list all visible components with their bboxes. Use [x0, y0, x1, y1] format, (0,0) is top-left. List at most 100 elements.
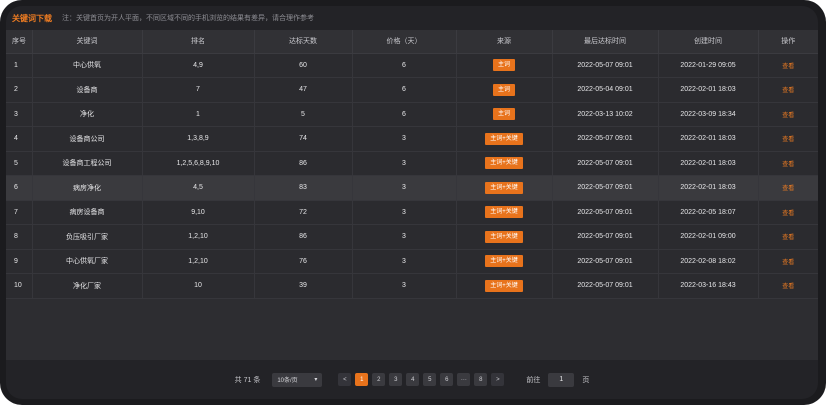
source-badge: 主词+关键	[485, 132, 523, 145]
cell-keyword: 设备商公司	[32, 126, 143, 152]
cell-index: 3	[6, 102, 33, 127]
page-button-4[interactable]: 4	[406, 373, 420, 386]
cell-rank: 4,5	[142, 175, 255, 201]
cell-price: 3	[352, 151, 457, 176]
cell-index: 10	[6, 273, 33, 299]
col-header-action: 操作	[758, 30, 818, 54]
cell-keyword: 病房净化	[32, 175, 143, 201]
cell-last-time: 2022-05-07 09:01	[552, 175, 659, 201]
view-link[interactable]: 查看	[782, 211, 794, 217]
cell-created-time: 2022-01-29 09:05	[658, 53, 759, 78]
page-button-1[interactable]: 1	[355, 373, 369, 386]
view-link[interactable]: 查看	[782, 260, 794, 266]
cell-days: 76	[254, 249, 353, 274]
view-link[interactable]: 查看	[782, 235, 794, 241]
cell-source: 主词+关键	[456, 126, 553, 152]
cell-created-time: 2022-02-08 18:02	[658, 249, 759, 274]
page-button-6[interactable]: 6	[440, 373, 454, 386]
cell-action: 查看	[758, 151, 818, 176]
source-badge: 主词+关键	[485, 181, 523, 194]
view-link[interactable]: 查看	[782, 186, 794, 192]
table-row: 9 中心供氧厂家 1,2,10 76 3 主词+关键 2022-05-07 09…	[6, 249, 818, 274]
jump-page-input[interactable]: 1	[548, 372, 575, 387]
view-link[interactable]: 查看	[782, 137, 794, 143]
cell-keyword: 中心供氧厂家	[32, 249, 143, 274]
cell-last-time: 2022-05-07 09:01	[552, 249, 659, 274]
screen: 关键词下载 注：关键首页为开人平面，不同区域不同的手机浏览的结果有差异，请合理作…	[6, 6, 818, 399]
cell-index: 2	[6, 77, 33, 103]
cell-days: 74	[254, 126, 353, 152]
page-button-3[interactable]: 3	[389, 373, 403, 386]
view-link[interactable]: 查看	[782, 64, 794, 70]
source-badge: 主词	[492, 59, 515, 72]
table-row: 4 设备商公司 1,3,8,9 74 3 主词+关键 2022-05-07 09…	[6, 126, 818, 152]
cell-created-time: 2022-02-01 09:00	[658, 224, 759, 250]
cell-created-time: 2022-03-16 18:43	[658, 273, 759, 299]
cell-index: 7	[6, 200, 33, 225]
page-button-8[interactable]: 8	[474, 373, 488, 386]
cell-action: 查看	[758, 102, 818, 127]
view-link[interactable]: 查看	[782, 113, 794, 119]
cell-price: 3	[352, 224, 457, 250]
cell-price: 3	[352, 249, 457, 274]
cell-rank: 1,2,5,6,8,9,10	[142, 151, 255, 176]
cell-rank: 1,2,10	[142, 224, 255, 250]
table-row: 1 中心供氧 4,9 60 6 主词 2022-05-07 09:01 2022…	[6, 53, 818, 78]
next-page-button[interactable]: >	[491, 373, 505, 386]
keyword-download-link[interactable]: 关键词下载	[12, 13, 52, 24]
jump-label: 前往	[526, 376, 541, 384]
cell-keyword: 净化	[32, 102, 143, 127]
cell-days: 60	[254, 53, 353, 78]
chevron-down-icon: ▾	[314, 377, 318, 383]
cell-action: 查看	[758, 249, 818, 274]
cell-action: 查看	[758, 126, 818, 152]
cell-price: 6	[352, 53, 457, 78]
cell-created-time: 2022-02-01 18:03	[658, 175, 759, 201]
cell-source: 主词+关键	[456, 200, 553, 225]
page-ellipsis[interactable]: ···	[457, 373, 471, 386]
cell-price: 6	[352, 102, 457, 127]
cell-price: 3	[352, 175, 457, 201]
cell-action: 查看	[758, 77, 818, 103]
page-size-select[interactable]: 10条/页 ▾	[272, 372, 323, 387]
cell-price: 6	[352, 77, 457, 103]
source-badge: 主词+关键	[485, 206, 523, 219]
col-header-source: 来源	[456, 30, 553, 54]
table-row: 6 病房净化 4,5 83 3 主词+关键 2022-05-07 09:01 2…	[6, 175, 818, 201]
source-badge: 主词+关键	[485, 255, 523, 268]
total-count: 共 71 条	[234, 376, 261, 384]
cell-keyword: 设备商工程公司	[32, 151, 143, 176]
cell-action: 查看	[758, 200, 818, 225]
cell-source: 主词+关键	[456, 151, 553, 176]
col-header-price: 价格（天）	[352, 30, 457, 54]
source-badge: 主词	[492, 83, 515, 96]
cell-index: 8	[6, 224, 33, 250]
table-row: 8 负压吸引厂家 1,2,10 86 3 主词+关键 2022-05-07 09…	[6, 224, 818, 250]
page-button-2[interactable]: 2	[372, 373, 386, 386]
cell-action: 查看	[758, 273, 818, 299]
cell-index: 1	[6, 53, 33, 78]
top-bar: 关键词下载 注：关键首页为开人平面，不同区域不同的手机浏览的结果有差异，请合理作…	[6, 6, 818, 30]
source-badge: 主词+关键	[485, 157, 523, 170]
col-header-rank: 排名	[142, 30, 255, 54]
col-header-last-time: 最后达标时间	[552, 30, 659, 54]
table-row: 5 设备商工程公司 1,2,5,6,8,9,10 86 3 主词+关键 2022…	[6, 151, 818, 176]
cell-last-time: 2022-05-04 09:01	[552, 77, 659, 103]
cell-last-time: 2022-03-13 10:02	[552, 102, 659, 127]
cell-source: 主词+关键	[456, 249, 553, 274]
cell-keyword: 负压吸引厂家	[32, 224, 143, 250]
cell-action: 查看	[758, 175, 818, 201]
page-size-value: 10条/页	[277, 378, 298, 384]
cell-created-time: 2022-02-05 18:07	[658, 200, 759, 225]
cell-index: 6	[6, 175, 33, 201]
cell-rank: 10	[142, 273, 255, 299]
view-link[interactable]: 查看	[782, 284, 794, 290]
page-button-5[interactable]: 5	[423, 373, 437, 386]
cell-days: 39	[254, 273, 353, 299]
cell-last-time: 2022-05-07 09:01	[552, 53, 659, 78]
view-link[interactable]: 查看	[782, 88, 794, 94]
prev-page-button[interactable]: <	[338, 373, 352, 386]
view-link[interactable]: 查看	[782, 162, 794, 168]
cell-index: 5	[6, 151, 33, 176]
cell-source: 主词	[456, 102, 553, 127]
